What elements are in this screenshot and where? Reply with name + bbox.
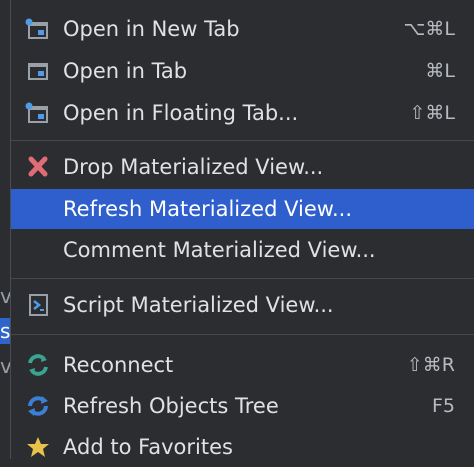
menu-separator — [11, 334, 474, 335]
open-floating-tab-icon — [25, 101, 51, 125]
menu-item-open-in-floating-tab[interactable]: Open in Floating Tab... ⇧⌘L — [11, 93, 474, 133]
script-icon — [25, 293, 51, 317]
shortcut-label: ⇧⌘R — [406, 354, 455, 376]
refresh-icon — [25, 394, 51, 418]
menu-item-script-materialized-view[interactable]: Script Materialized View... — [11, 285, 474, 325]
menu-item-label: Reconnect — [63, 353, 174, 377]
menu-separator — [11, 140, 474, 141]
menu-item-label: Open in Floating Tab... — [63, 101, 299, 125]
drop-x-icon — [25, 155, 51, 179]
menu-item-label: Comment Materialized View... — [63, 238, 376, 262]
context-menu: Open in New Tab ⌥⌘L Open in Tab ⌘L Open … — [10, 0, 474, 459]
menu-separator — [11, 278, 474, 279]
open-tab-icon — [25, 59, 51, 83]
menu-item-refresh-materialized-view[interactable]: Refresh Materialized View... — [11, 189, 474, 229]
menu-item-comment-materialized-view[interactable]: Comment Materialized View... — [11, 230, 474, 270]
menu-item-refresh-objects-tree[interactable]: Refresh Objects Tree F5 — [11, 386, 474, 426]
menu-item-drop-materialized-view[interactable]: Drop Materialized View... — [11, 147, 474, 187]
menu-item-label: Drop Materialized View... — [63, 155, 324, 179]
menu-item-add-to-favorites[interactable]: Add to Favorites — [11, 427, 474, 467]
menu-item-label: Refresh Materialized View... — [63, 197, 353, 221]
star-icon — [25, 435, 51, 459]
menu-item-open-in-tab[interactable]: Open in Tab ⌘L — [11, 51, 474, 91]
shortcut-label: F5 — [431, 395, 455, 417]
menu-item-label: Open in Tab — [63, 59, 188, 83]
background-tree-selected-fragment[interactable]: s — [0, 318, 10, 344]
shortcut-label: ⇧⌘L — [409, 102, 455, 124]
menu-item-open-in-new-tab[interactable]: Open in New Tab ⌥⌘L — [11, 9, 474, 49]
menu-item-label: Open in New Tab — [63, 17, 240, 41]
shortcut-label: ⌘L — [425, 60, 455, 82]
menu-item-reconnect[interactable]: Reconnect ⇧⌘R — [11, 345, 474, 385]
shortcut-label: ⌥⌘L — [403, 18, 455, 40]
reconnect-icon — [25, 353, 51, 377]
menu-item-label: Script Materialized View... — [63, 293, 334, 317]
menu-item-label: Refresh Objects Tree — [63, 394, 279, 418]
menu-item-label: Add to Favorites — [63, 435, 233, 459]
open-new-tab-icon — [25, 17, 51, 41]
